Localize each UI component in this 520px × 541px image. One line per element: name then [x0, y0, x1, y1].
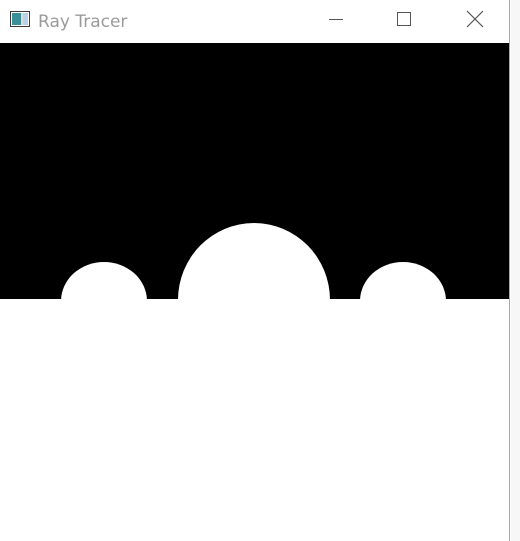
window-title: Ray Tracer — [38, 12, 128, 32]
app-window-icon — [10, 11, 30, 27]
maximize-button[interactable] — [381, 0, 427, 42]
title-bar[interactable]: Ray Tracer — [0, 0, 509, 43]
close-button[interactable] — [452, 0, 498, 42]
center-sphere — [178, 223, 330, 377]
ray-tracer-window: Ray Tracer — [0, 0, 510, 541]
left-sphere — [61, 262, 147, 340]
minimize-button[interactable] — [313, 0, 359, 42]
render-canvas — [0, 43, 509, 541]
right-sphere — [360, 262, 446, 340]
desktop-edge — [511, 0, 520, 541]
maximize-icon — [396, 11, 412, 31]
minimize-icon — [328, 11, 344, 31]
close-icon — [466, 10, 484, 32]
